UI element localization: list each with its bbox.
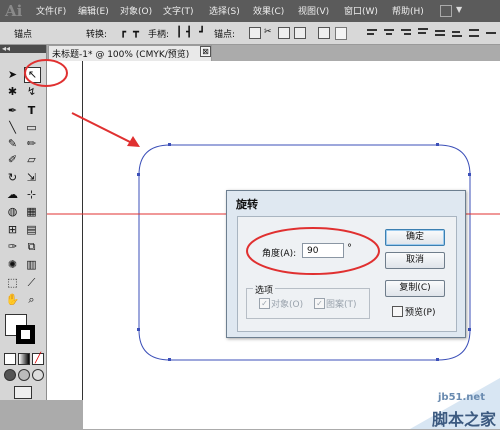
watermark-site: jb51.net	[438, 392, 485, 403]
watermark-name: 脚本之家	[432, 410, 497, 429]
annotation-ellipse	[246, 227, 380, 275]
dialog-annotation	[246, 227, 380, 275]
